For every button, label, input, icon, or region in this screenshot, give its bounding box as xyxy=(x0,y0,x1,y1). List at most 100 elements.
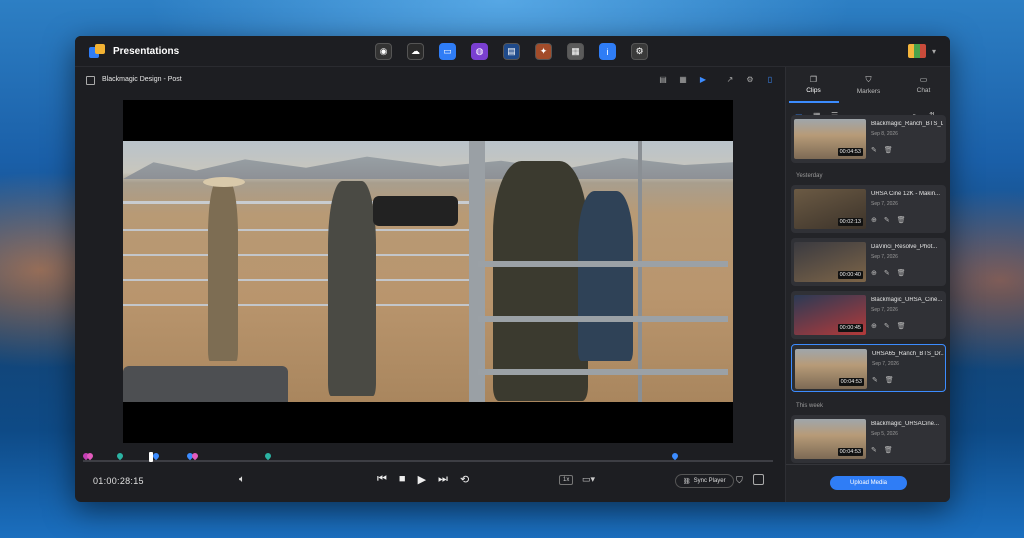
group-header: Yesterday xyxy=(796,173,823,179)
timeline-marker[interactable] xyxy=(151,451,161,461)
list-item[interactable]: 00:02:13 URSA Cine 12K - Makin... Sep 7,… xyxy=(791,185,946,233)
speed-button[interactable]: 1x xyxy=(559,475,574,485)
proxy-icon[interactable]: ▭ xyxy=(439,43,456,60)
trash-icon[interactable]: 🗑︎ xyxy=(897,322,906,330)
trough xyxy=(123,366,288,402)
tab-label: Chat xyxy=(916,87,931,94)
panel-tabs: ❐ Clips ⛉ Markers ▭ Chat xyxy=(786,67,950,103)
list-item-selected[interactable]: 00:04:53 URSA65_Ranch_BTS_Dr... Sep 7, 2… xyxy=(791,344,946,392)
clip-thumbnail[interactable]: 00:00:40 xyxy=(794,242,866,282)
add-icon[interactable]: ⊕ xyxy=(871,322,877,330)
sync-player-button[interactable]: ⛓ Sync Player xyxy=(675,474,734,488)
hdmi-monitor-icon[interactable]: ▦ xyxy=(567,43,584,60)
clip-thumbnail[interactable]: 00:04:53 xyxy=(794,119,866,159)
info-icon[interactable]: i xyxy=(599,43,616,60)
tab-markers[interactable]: ⛉ Markers xyxy=(844,75,894,103)
list-item[interactable]: 00:00:40 DaVinci_Resolve_Phot... Sep 7, … xyxy=(791,238,946,286)
group-header: This week xyxy=(796,403,824,409)
gear-icon[interactable]: ⚙ xyxy=(745,75,755,84)
add-icon[interactable]: ⊕ xyxy=(871,269,877,277)
sidebar-toggle-icon[interactable] xyxy=(86,76,95,85)
volume-icon[interactable]: 🔈︎ xyxy=(239,474,245,485)
settings-icon[interactable]: ⚙ xyxy=(631,43,648,60)
person xyxy=(208,181,238,361)
player-view-icon[interactable]: ▶ xyxy=(698,75,708,84)
timeline-marker[interactable] xyxy=(190,451,200,461)
edit-icon[interactable]: ✎ xyxy=(871,146,877,154)
upload-media-button[interactable]: Upload Media xyxy=(830,476,907,490)
edit-icon[interactable]: ✎ xyxy=(884,269,890,277)
clip-actions: ⊕ ✎ 🗑︎ xyxy=(871,269,906,277)
clip-name: URSA65_Ranch_BTS_Dr... xyxy=(872,351,944,357)
clip-thumbnail[interactable]: 00:04:53 xyxy=(794,419,866,459)
speed-editor-icon[interactable]: ✦ xyxy=(535,43,552,60)
divider xyxy=(786,464,950,465)
fullscreen-icon[interactable] xyxy=(753,474,764,485)
clip-list[interactable]: 00:04:53 Blackmagic_Ranch_BTS_Dr... Sep … xyxy=(786,115,950,469)
marker-icon[interactable]: ⛉ xyxy=(736,475,743,486)
gate-rail xyxy=(478,316,728,322)
clip-thumbnail[interactable]: 00:02:13 xyxy=(794,189,866,229)
trash-icon[interactable]: 🗑︎ xyxy=(884,446,893,454)
cloud-users-icon[interactable]: ☁ xyxy=(407,43,424,60)
captions-icon[interactable]: ▭▾ xyxy=(582,474,595,485)
loop-icon[interactable]: ⟲ xyxy=(460,473,469,486)
clip-thumbnail[interactable]: 00:04:53 xyxy=(795,349,867,389)
grid-icon[interactable]: ▦ xyxy=(678,75,688,84)
video-player[interactable] xyxy=(123,100,733,443)
panel-toggle-icon[interactable]: ▯ xyxy=(765,75,775,84)
tab-clips[interactable]: ❐ Clips xyxy=(788,75,839,103)
clip-name: Blackmagic_URSACine... xyxy=(871,421,940,427)
link-icon: ⛓ xyxy=(683,478,691,485)
list-item[interactable]: 00:04:53 Blackmagic_URSACine... Sep 5, 2… xyxy=(791,415,946,463)
project-title: Blackmagic Design - Post xyxy=(102,76,182,83)
view-mode-buttons: ▤ ▦ ▶ xyxy=(658,75,708,84)
top-bar: Presentations ◉ ☁ ▭ ◍ ▤ ✦ ▦ i ⚙ ▾ xyxy=(75,36,950,67)
trash-icon[interactable]: 🗑︎ xyxy=(897,216,906,224)
presentations-icon[interactable]: ◍ xyxy=(471,43,488,60)
davinci-resolve-icon[interactable]: ◉ xyxy=(375,43,392,60)
tab-chat[interactable]: ▭ Chat xyxy=(899,75,949,103)
clip-thumbnail[interactable]: 00:00:45 xyxy=(794,295,866,335)
media-icon[interactable]: ▤ xyxy=(503,43,520,60)
stop-icon[interactable]: ■ xyxy=(399,473,406,486)
viewer-actions: ↗ ⚙ ▯ xyxy=(725,75,775,84)
video-frame[interactable] xyxy=(123,141,733,402)
timeline-marker[interactable] xyxy=(263,451,273,461)
clip-name: Blackmagic_URSA_Cine... xyxy=(871,297,943,303)
edit-icon[interactable]: ✎ xyxy=(871,446,877,454)
playhead[interactable] xyxy=(149,452,153,462)
chevron-down-icon[interactable]: ▾ xyxy=(932,47,936,56)
avatar[interactable] xyxy=(907,44,926,58)
gate-post xyxy=(469,141,485,402)
clip-duration: 00:00:45 xyxy=(837,324,863,332)
user-menu[interactable]: ▾ xyxy=(907,44,936,58)
edit-icon[interactable]: ✎ xyxy=(884,322,890,330)
list-item[interactable]: 00:04:53 Blackmagic_Ranch_BTS_Dr... Sep … xyxy=(791,115,946,163)
list-item[interactable]: 00:00:45 Blackmagic_URSA_Cine... Sep 7, … xyxy=(791,291,946,339)
timeline-marker[interactable] xyxy=(115,451,125,461)
clip-name: Blackmagic_Ranch_BTS_Dr... xyxy=(871,121,943,127)
play-icon[interactable]: ▶ xyxy=(418,473,426,486)
app-switcher: ◉ ☁ ▭ ◍ ▤ ✦ ▦ i ⚙ xyxy=(375,43,648,60)
edit-icon[interactable]: ✎ xyxy=(872,376,878,384)
skip-forward-icon[interactable]: ⏭︎ xyxy=(438,473,448,486)
skip-back-icon[interactable]: ⏮︎ xyxy=(377,473,387,486)
clip-date: Sep 7, 2026 xyxy=(871,307,898,313)
trash-icon[interactable]: 🗑︎ xyxy=(884,146,893,154)
add-icon[interactable]: ⊕ xyxy=(871,216,877,224)
trash-icon[interactable]: 🗑︎ xyxy=(897,269,906,277)
timeline-track[interactable] xyxy=(83,460,773,462)
clip-actions: ✎ 🗑︎ xyxy=(871,446,893,454)
playback-controls: 01:00:28:15 🔈︎ ⏮︎ ■ ▶ ⏭︎ ⟲ 1x ▭▾ ⛓ Sync … xyxy=(75,464,785,502)
clip-name: DaVinci_Resolve_Phot... xyxy=(871,244,938,250)
sync-player-label: Sync Player xyxy=(693,478,726,484)
camera-rig xyxy=(373,196,458,226)
timeline-marker[interactable] xyxy=(670,451,680,461)
trash-icon[interactable]: 🗑︎ xyxy=(885,376,894,384)
edit-icon[interactable]: ✎ xyxy=(884,216,890,224)
film-strip-icon[interactable]: ▤ xyxy=(658,75,668,84)
share-icon[interactable]: ↗ xyxy=(725,75,735,84)
clip-duration: 00:04:53 xyxy=(837,148,863,156)
timeline-scrubber[interactable] xyxy=(75,448,785,462)
